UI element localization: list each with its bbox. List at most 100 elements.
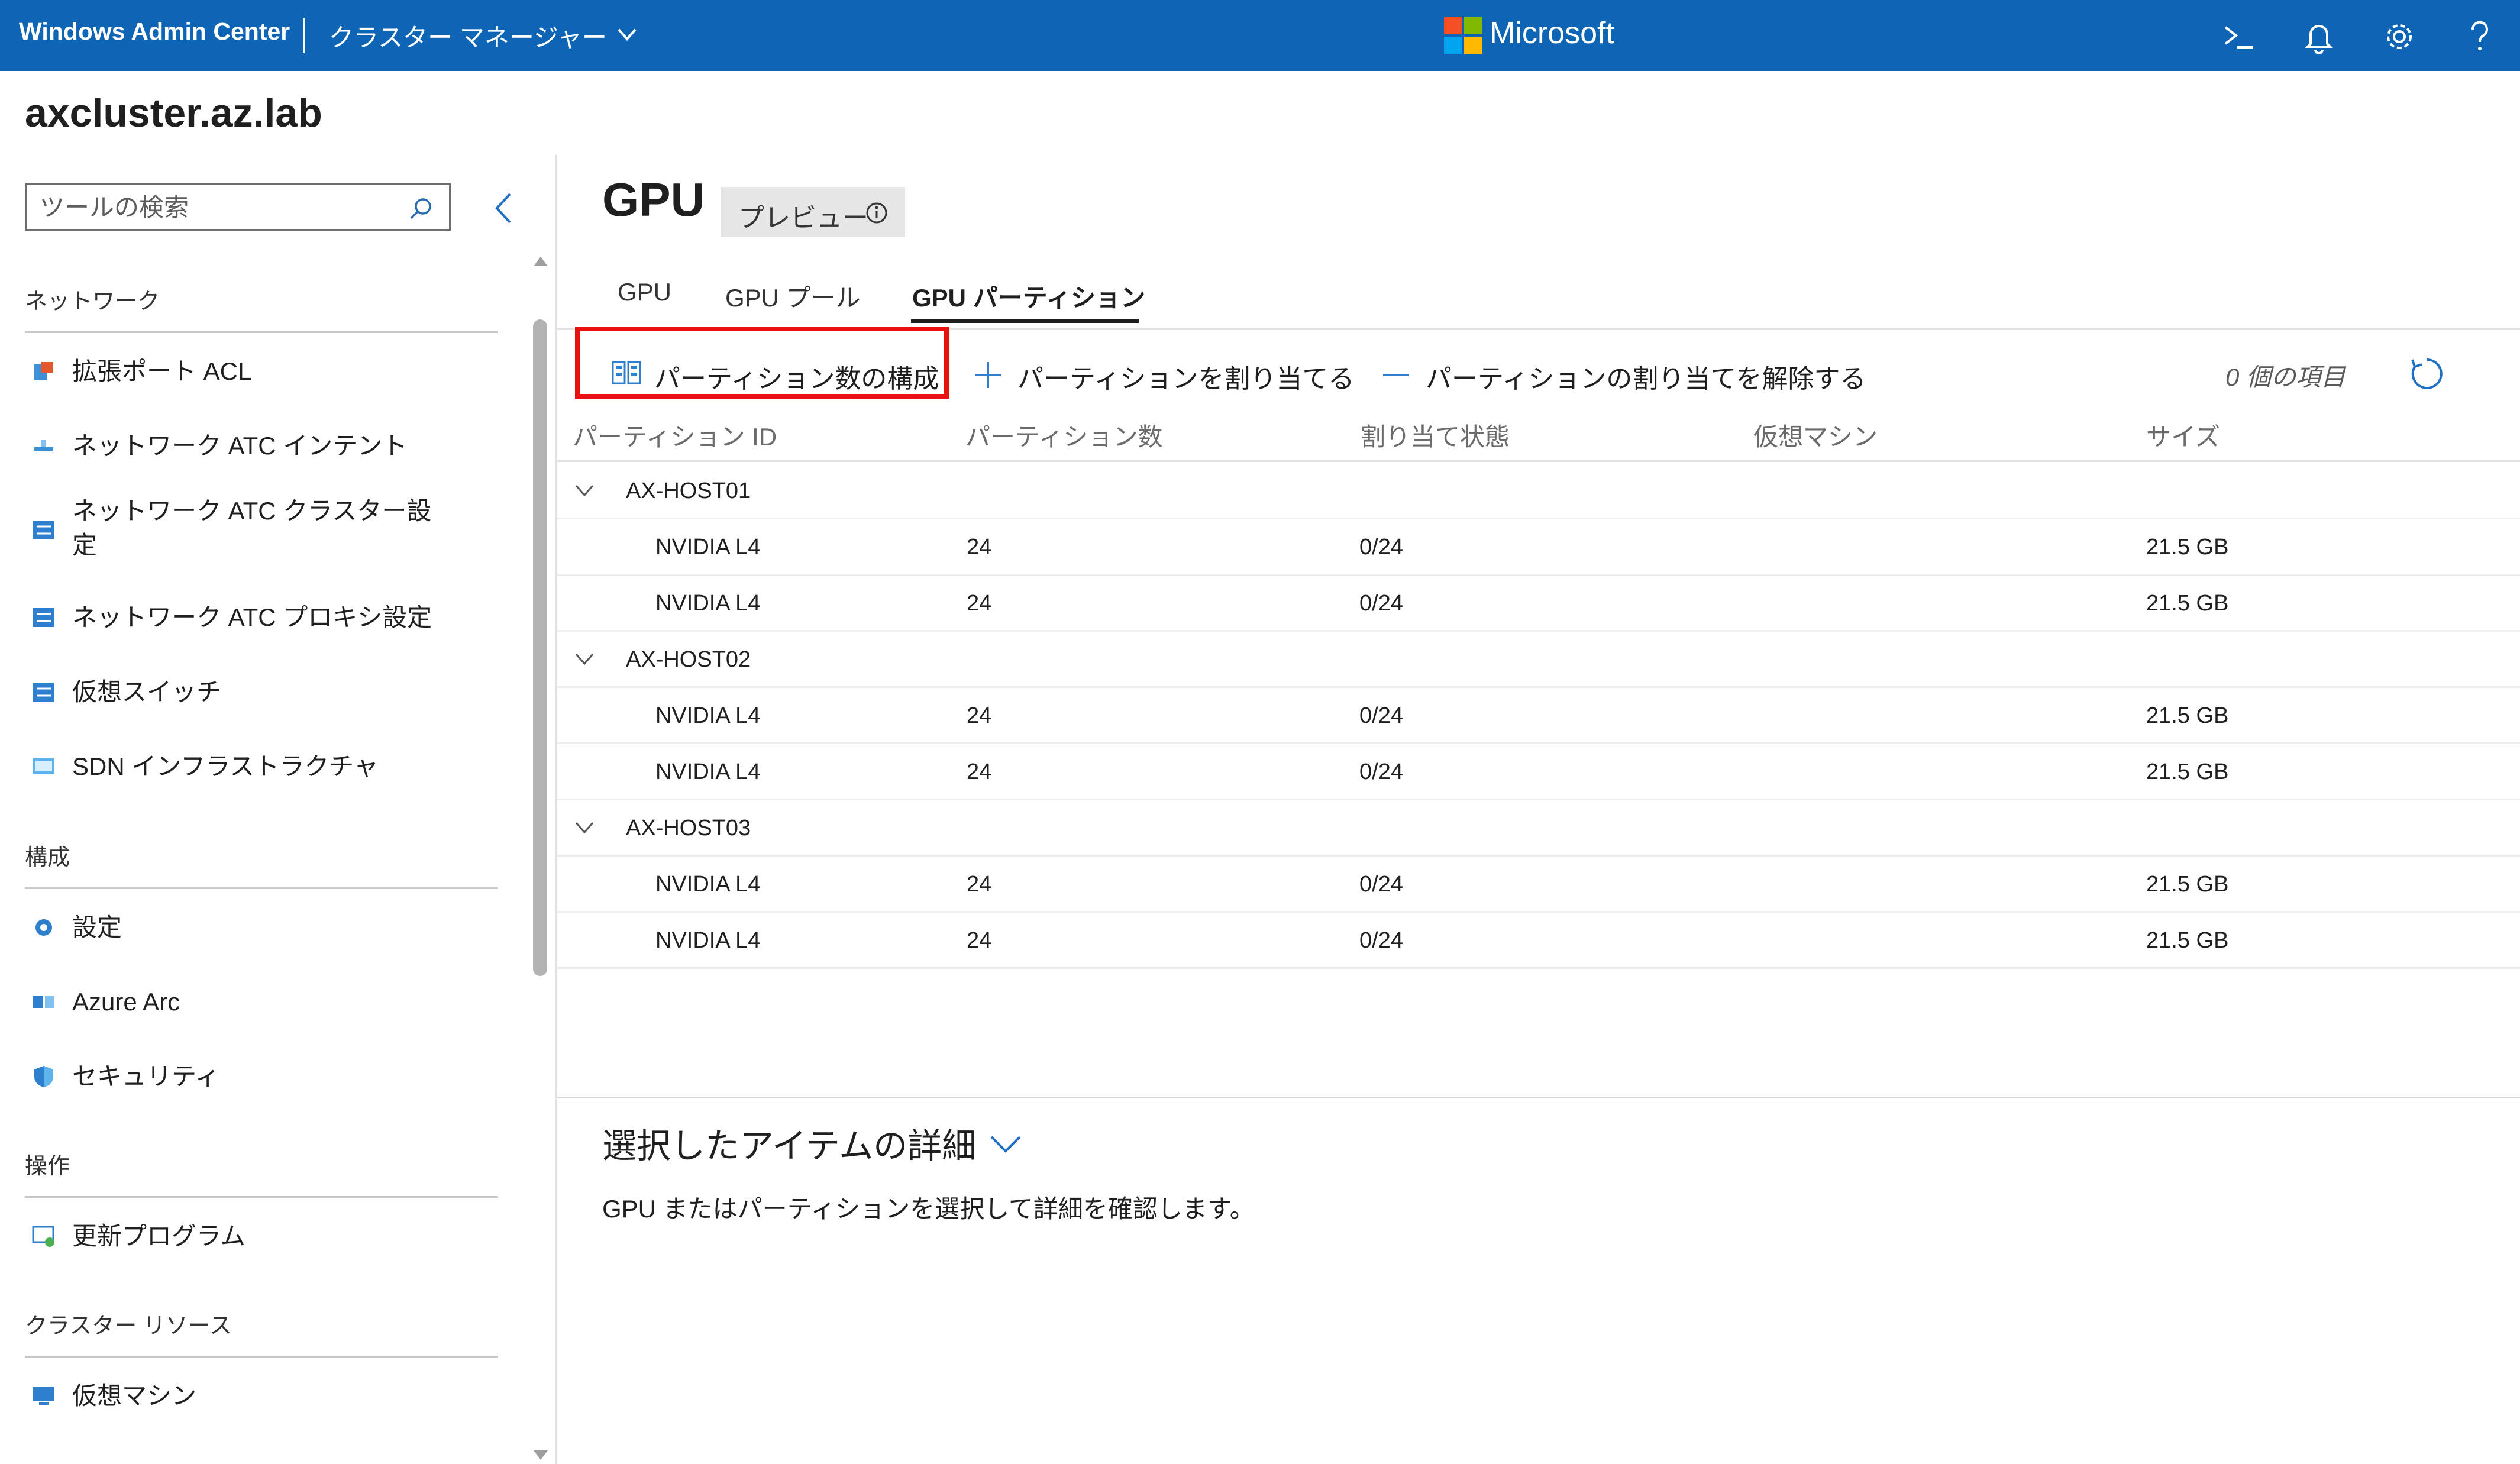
section-header-cluster-resources: クラスター リソース — [25, 1314, 232, 1339]
column-header-virtual-machine[interactable]: 仮想マシン — [1753, 417, 1878, 453]
proxy-settings-icon — [33, 608, 54, 627]
section-divider — [25, 887, 498, 889]
sidebar-item-azure-arc[interactable]: Azure Arc — [25, 978, 522, 1026]
network-settings-icon — [33, 521, 54, 539]
sidebar-item-security[interactable]: セキュリティ — [25, 1053, 522, 1100]
sidebar-item-sdn-infrastructure[interactable]: SDN インフラストラクチャ — [25, 743, 522, 790]
tab-gpu[interactable]: GPU — [618, 278, 671, 306]
chevron-down-icon[interactable] — [574, 482, 595, 500]
header-divider — [557, 460, 2520, 462]
chevron-down-icon[interactable] — [574, 651, 595, 668]
table-row[interactable]: NVIDIA L4 24 0/24 21.5 GB — [557, 519, 2520, 576]
column-header-partition-id[interactable]: パーティション ID — [573, 417, 777, 453]
sidebar-item-label: SDN インフラストラクチャ — [72, 752, 379, 780]
active-tab-indicator — [911, 319, 1139, 323]
unassign-partition-button[interactable]: パーティションの割り当てを解除する — [1378, 350, 1911, 397]
sidebar-item-extended-port-acl[interactable]: 拡張ポート ACL — [25, 348, 522, 395]
bell-icon[interactable] — [2298, 15, 2340, 58]
column-header-partition-count[interactable]: パーティション数 — [965, 417, 1162, 453]
sidebar-item-label: 仮想マシン — [72, 1382, 197, 1410]
sidebar-item-label: Azure Arc — [72, 988, 180, 1016]
section-header-network: ネットワーク — [25, 289, 160, 314]
tab-gpu-pool[interactable]: GPU プール — [725, 278, 861, 314]
settings-icon — [35, 919, 52, 936]
sdn-icon — [33, 758, 54, 774]
section-header-operations: 操作 — [25, 1154, 70, 1179]
cell-assignment-state: 0/24 — [1359, 535, 1403, 560]
help-icon[interactable] — [2458, 15, 2501, 58]
chevron-down-icon[interactable] — [988, 1131, 1023, 1157]
column-header-size[interactable]: サイズ — [2146, 417, 2220, 453]
column-header-assignment-state[interactable]: 割り当て状態 — [1361, 417, 1510, 453]
cell-size: 21.5 GB — [2146, 703, 2229, 728]
cell-partition-count: 24 — [967, 760, 992, 784]
search-icon[interactable] — [408, 196, 434, 222]
details-title[interactable]: 選択したアイテムの詳細 — [602, 1118, 976, 1168]
scroll-up-arrow-icon[interactable] — [532, 256, 549, 267]
cell-partition-id: NVIDIA L4 — [655, 591, 761, 616]
context-switcher-label[interactable]: クラスター マネージャー — [329, 18, 607, 54]
table-row[interactable]: NVIDIA L4 24 0/24 21.5 GB — [557, 744, 2520, 800]
top-bar: Windows Admin Center クラスター マネージャー Micros… — [0, 0, 2520, 71]
item-count: 0 個の項目 — [2225, 363, 2346, 391]
cell-size: 21.5 GB — [2146, 928, 2229, 953]
sidebar-item-updates[interactable]: 更新プログラム — [25, 1213, 522, 1260]
group-row-host01[interactable]: AX-HOST01 — [557, 463, 2520, 519]
chevron-down-icon[interactable] — [615, 22, 639, 46]
cell-size: 21.5 GB — [2146, 872, 2229, 897]
preview-badge: プレビュー — [721, 187, 905, 237]
scroll-down-arrow-icon[interactable] — [532, 1449, 549, 1461]
virtual-switch-icon — [33, 683, 54, 702]
info-icon[interactable] — [865, 201, 889, 225]
cell-size: 21.5 GB — [2146, 591, 2229, 616]
cell-assignment-state: 0/24 — [1359, 703, 1403, 728]
assign-partition-label: パーティションを割り当てる — [1017, 364, 1355, 393]
sidebar-item-label-continued: 定 — [72, 531, 98, 559]
collapse-sidebar-icon[interactable] — [492, 190, 516, 226]
sidebar-item-network-atc-cluster-settings[interactable]: ネットワーク ATC クラスター設 定 — [25, 492, 522, 569]
group-host-label: AX-HOST01 — [626, 479, 751, 503]
table-row[interactable]: NVIDIA L4 24 0/24 21.5 GB — [557, 688, 2520, 744]
chevron-down-icon[interactable] — [574, 819, 595, 837]
tool-search-input[interactable] — [38, 190, 396, 225]
sidebar-item-network-atc-proxy[interactable]: ネットワーク ATC プロキシ設定 — [25, 594, 522, 641]
cell-size: 21.5 GB — [2146, 535, 2229, 560]
network-intent-icon — [34, 440, 53, 451]
sidebar-item-settings[interactable]: 設定 — [25, 904, 522, 951]
cell-assignment-state: 0/24 — [1359, 591, 1403, 616]
sidebar-item-label: ネットワーク ATC インテント — [72, 432, 408, 460]
cell-assignment-state: 0/24 — [1359, 872, 1403, 897]
section-divider — [25, 1196, 498, 1198]
sidebar-item-virtual-switch[interactable]: 仮想スイッチ — [25, 668, 522, 716]
sidebar-item-network-atc-intent[interactable]: ネットワーク ATC インテント — [25, 422, 522, 470]
sidebar-item-virtual-machines[interactable]: 仮想マシン — [25, 1372, 522, 1420]
acl-icon — [34, 362, 53, 380]
unassign-partition-label: パーティションの割り当てを解除する — [1426, 364, 1866, 393]
virtual-machine-icon — [33, 1387, 54, 1405]
group-row-host02[interactable]: AX-HOST02 — [557, 632, 2520, 688]
refresh-icon[interactable] — [2408, 355, 2445, 393]
brand-divider — [303, 18, 305, 53]
tab-gpu-partition[interactable]: GPU パーティション — [912, 278, 1145, 314]
sidebar-item-label: 仮想スイッチ — [72, 678, 222, 706]
table-row[interactable]: NVIDIA L4 24 0/24 21.5 GB — [557, 913, 2520, 969]
sidebar-item-label: セキュリティ — [72, 1062, 220, 1090]
table-row[interactable]: NVIDIA L4 24 0/24 21.5 GB — [557, 857, 2520, 913]
section-divider — [25, 1356, 498, 1358]
table-row[interactable]: NVIDIA L4 24 0/24 21.5 GB — [557, 576, 2520, 632]
cell-partition-id: NVIDIA L4 — [655, 535, 761, 560]
cell-partition-count: 24 — [967, 591, 992, 616]
assign-partition-button[interactable]: パーティションを割り当てる — [970, 350, 1354, 397]
cell-partition-count: 24 — [967, 928, 992, 953]
app-brand[interactable]: Windows Admin Center — [19, 18, 290, 46]
sidebar-item-label: 拡張ポート ACL — [72, 357, 252, 385]
gear-icon[interactable] — [2378, 15, 2421, 58]
terminal-icon[interactable] — [2217, 15, 2260, 58]
cell-partition-id: NVIDIA L4 — [655, 703, 761, 728]
sidebar-scrollbar-thumb[interactable] — [533, 319, 547, 976]
group-host-label: AX-HOST02 — [626, 647, 751, 672]
details-placeholder-text: GPU またはパーティションを選択して詳細を確認します。 — [602, 1195, 1255, 1223]
microsoft-wordmark: Microsoft — [1490, 16, 1614, 50]
section-divider — [25, 331, 498, 333]
group-row-host03[interactable]: AX-HOST03 — [557, 800, 2520, 857]
